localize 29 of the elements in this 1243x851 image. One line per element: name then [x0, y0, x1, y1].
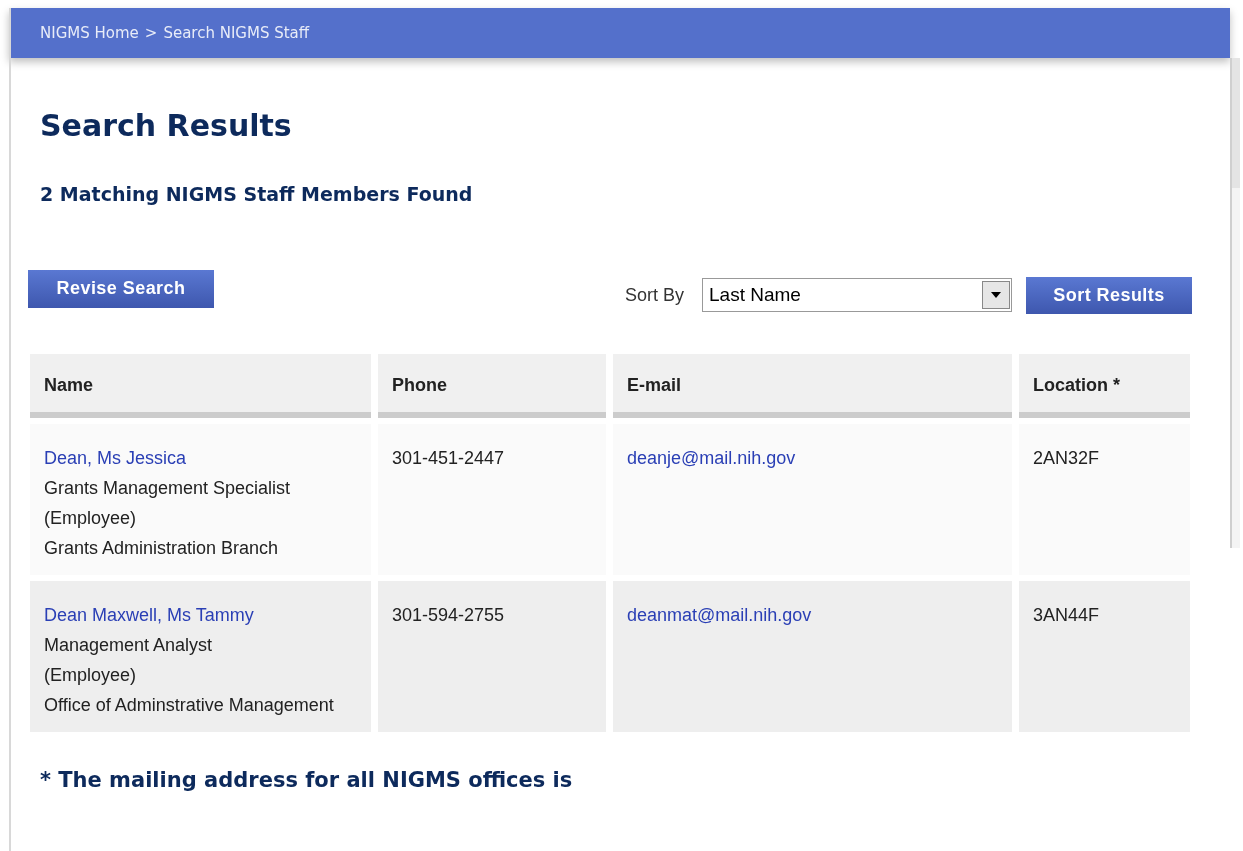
column-header: Location *	[1019, 353, 1190, 418]
staff-detail: (Employee)	[44, 663, 137, 687]
email-link[interactable]: deanje@mail.nih.gov	[627, 447, 796, 468]
breadcrumb-link[interactable]: NIGMS Home	[40, 21, 139, 45]
staff-detail: Grants Management Specialist	[44, 476, 291, 500]
breadcrumb-link[interactable]: Search NIGMS Staff	[163, 21, 310, 45]
staff-detail: Management Analyst	[44, 633, 213, 657]
staff-detail: Grants Administration Branch	[44, 536, 279, 560]
sort-dropdown[interactable]: Last Name	[702, 278, 1012, 312]
breadcrumb-separator: >	[144, 22, 158, 44]
column-header: Name	[30, 353, 371, 418]
page-title: Search Results	[40, 107, 293, 145]
footnote: * The mailing address for all NIGMS offices is	[39, 766, 574, 794]
staff-name-link[interactable]: Dean Maxwell, Ms Tammy	[44, 599, 254, 630]
scrollbar[interactable]	[1230, 58, 1240, 548]
table-cell: 2AN32F	[1019, 423, 1190, 575]
staff-name-link[interactable]: Dean, Ms Jessica	[44, 442, 187, 473]
column-header: Phone	[378, 353, 606, 418]
table-cell: 3AN44F	[1019, 580, 1190, 732]
sort-results-button[interactable]: Sort Results	[1026, 276, 1192, 314]
table-cell: 301-451-2447	[378, 423, 606, 575]
staff-detail: Office of Adminstrative Management	[44, 693, 334, 717]
result-count: 2 Matching NIGMS Staff Members Found	[40, 182, 474, 207]
table-cell: 301-594-2755	[378, 580, 606, 732]
email-link[interactable]: deanmat@mail.nih.gov	[627, 604, 812, 625]
sort-label: Sort By	[624, 283, 684, 307]
staff-detail: (Employee)	[44, 506, 137, 530]
revise-search-button[interactable]: Revise Search	[28, 269, 214, 308]
column-header: E-mail	[613, 353, 1012, 418]
